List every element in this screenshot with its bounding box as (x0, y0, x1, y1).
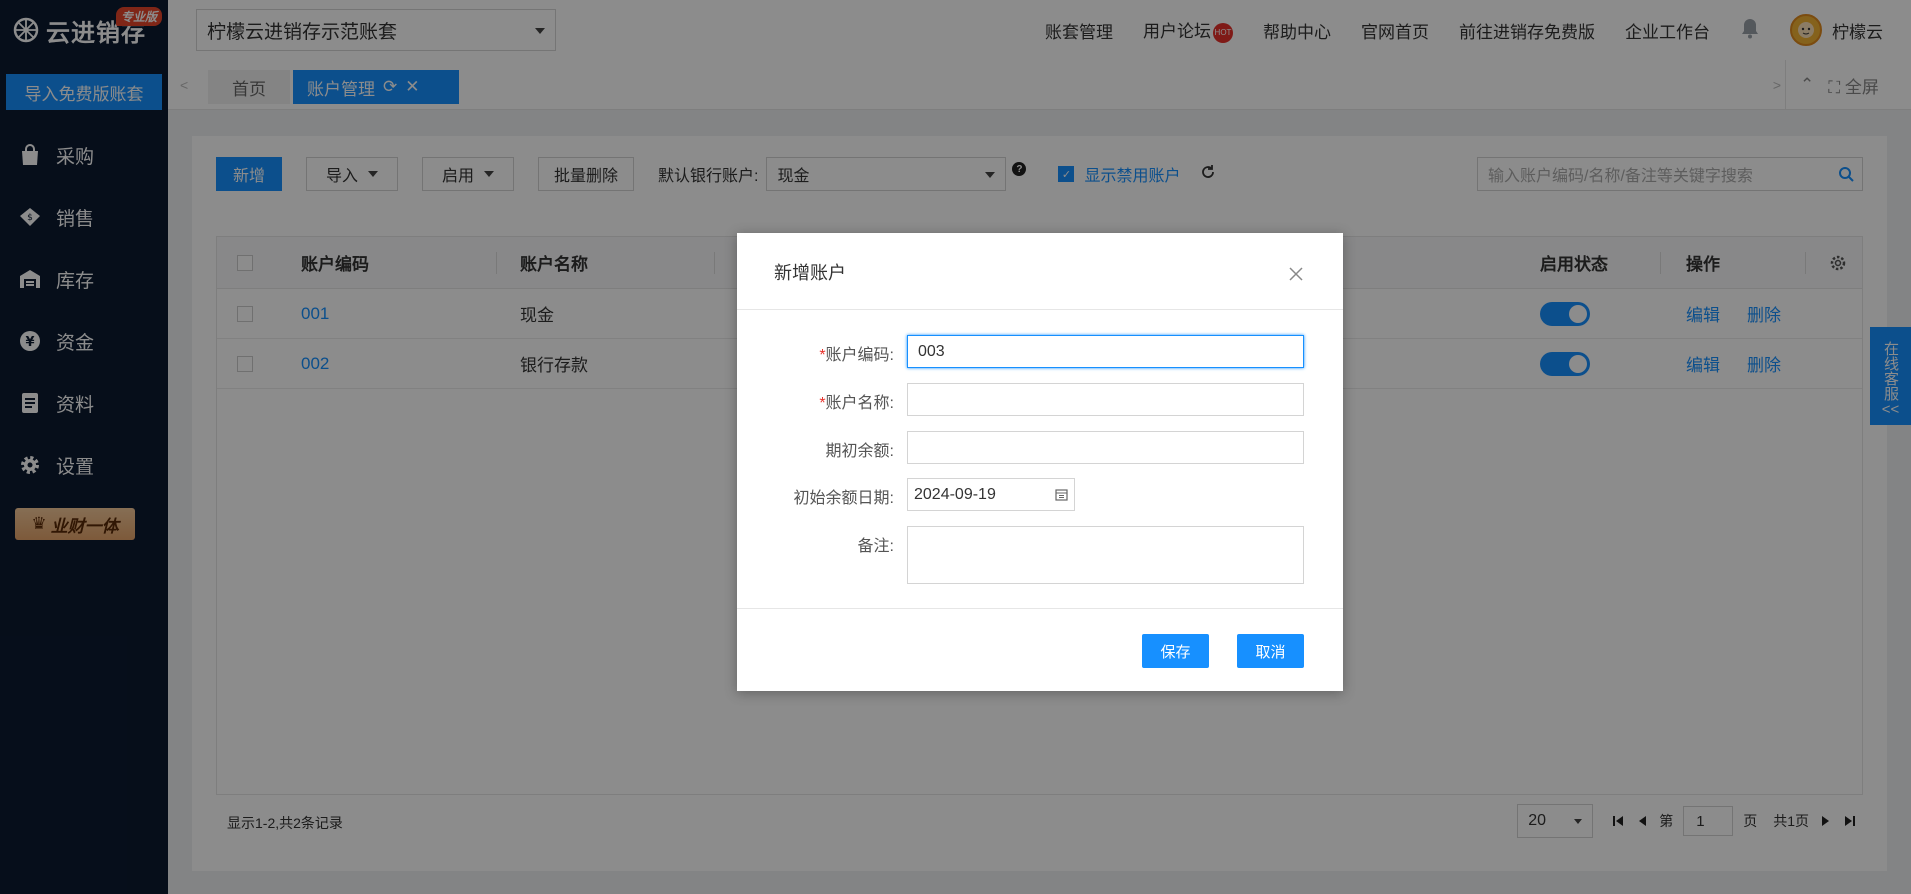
account-code-input[interactable]: 003 (907, 335, 1304, 368)
calendar-icon[interactable] (1055, 488, 1068, 506)
opening-balance-input[interactable] (907, 431, 1304, 464)
account-code-value: 003 (918, 342, 945, 360)
opening-balance-label: 期初余额: (825, 443, 894, 460)
cancel-button[interactable]: 取消 (1237, 634, 1304, 668)
initial-balance-date-input[interactable]: 2024-09-19 (907, 478, 1075, 511)
account-name-label: *账户名称: (819, 389, 894, 413)
initial-balance-date-value: 2024-09-19 (914, 485, 996, 503)
dialog-title: 新增账户 (774, 263, 846, 283)
save-button[interactable]: 保存 (1142, 634, 1209, 668)
dialog-header: 新增账户 (737, 233, 1343, 310)
remark-textarea[interactable] (907, 526, 1304, 584)
account-code-label-text: 账户编码: (825, 347, 894, 364)
new-account-dialog: 新增账户 *账户编码: 003 *账户名称: 期初余额: 初始余额日期: 202… (737, 233, 1343, 691)
dialog-footer: 保存 取消 (737, 608, 1343, 691)
account-code-label: *账户编码: (819, 341, 894, 365)
account-name-label-text: 账户名称: (825, 395, 894, 412)
close-icon[interactable] (1289, 267, 1303, 281)
initial-balance-date-label: 初始余额日期: (793, 490, 894, 507)
account-name-input[interactable] (907, 383, 1304, 416)
remark-label: 备注: (857, 538, 894, 555)
